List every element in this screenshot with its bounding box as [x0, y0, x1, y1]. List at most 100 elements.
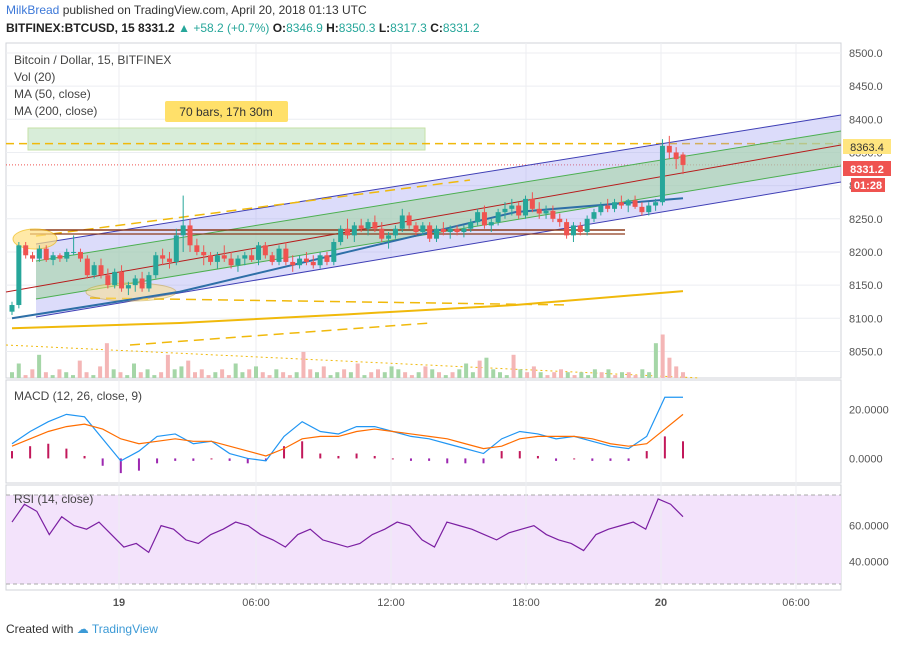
volume-bar [294, 372, 299, 378]
volume-bar [545, 375, 550, 378]
candle-body [612, 202, 618, 209]
candle-body [392, 228, 398, 236]
volume-bar [430, 369, 435, 378]
candle-body [461, 228, 467, 233]
candle-body [639, 206, 645, 213]
volume-bar [443, 375, 448, 378]
macd-hist-bar [645, 451, 648, 459]
candle-body [221, 255, 227, 259]
candle-body [249, 255, 255, 260]
candle-body [214, 255, 220, 262]
candle-body [43, 248, 49, 260]
candle-body [105, 275, 111, 286]
price-axis[interactable]: 8050.08100.08150.08200.08250.08300.08350… [849, 48, 889, 568]
candle-body [242, 255, 248, 259]
macd-hist-bar [337, 455, 340, 459]
volume-bar [348, 372, 353, 378]
candle-body [680, 154, 686, 165]
candle-body [523, 198, 529, 216]
candle-body [146, 275, 152, 289]
volume-bar [335, 372, 340, 378]
volume-bar [511, 354, 516, 378]
highlight-ellipse-2 [85, 282, 177, 302]
candle-body [468, 222, 474, 229]
volume-bar [667, 357, 672, 378]
candle-body [598, 205, 604, 213]
candle-body [345, 228, 350, 236]
candle-body [290, 261, 296, 266]
macd-hist-bar [573, 458, 576, 460]
tradingview-link[interactable]: TradingView [92, 622, 158, 636]
candle-body [379, 228, 385, 239]
volume-bar [77, 360, 82, 378]
author-link[interactable]: MilkBread [6, 3, 59, 17]
volume-bar [159, 372, 164, 378]
candle-body [502, 208, 508, 213]
candle-body [119, 271, 125, 289]
volume-bar [104, 343, 109, 378]
volume-bar [613, 375, 618, 378]
volume-bar [437, 372, 441, 378]
open-value: 8346.9 [286, 21, 323, 35]
candle-body [591, 212, 597, 219]
candle-body [386, 235, 392, 239]
price-tick-label: 8500.0 [849, 48, 883, 60]
volume-bar [226, 375, 231, 378]
volume-bar [172, 369, 177, 378]
close-value: 8331.2 [442, 21, 480, 35]
volume-bar [43, 372, 48, 378]
time-axis[interactable]: 19 06:00 12:00 18:00 20 06:00 [113, 597, 810, 609]
volume-bar [220, 369, 225, 378]
volume-bar [118, 372, 123, 378]
macd-hist-bar [192, 458, 195, 461]
volume-bar [30, 369, 35, 378]
volume-bar [64, 372, 69, 378]
volume-bar [267, 375, 272, 378]
price-tick-label: 8050.0 [849, 346, 883, 358]
volume-bar [254, 366, 258, 378]
candle-body [454, 228, 460, 233]
volume-bar [206, 375, 211, 378]
candle-body [84, 258, 90, 276]
candle-body [30, 255, 36, 259]
candle-body [625, 200, 631, 206]
volume-bar [389, 366, 394, 378]
close-label: C: [430, 21, 443, 35]
candle-body [481, 212, 487, 226]
volume-bar [477, 360, 482, 378]
volume-bar [84, 372, 89, 378]
candle-body [584, 218, 590, 233]
time-tick-label: 18:00 [512, 597, 540, 609]
volume-bar [145, 369, 150, 378]
macd-hist-bar [409, 458, 412, 461]
price-tick-label: 8400.0 [849, 114, 883, 126]
rsi-tick-label: 60.0000 [849, 521, 889, 533]
volume-bar [552, 372, 557, 378]
candle-body [283, 248, 289, 262]
volume-bar [362, 375, 367, 378]
low-value: 8317.3 [390, 21, 427, 35]
volume-bar [382, 372, 387, 378]
volume-bar [125, 375, 130, 378]
chart-canvas[interactable]: 8050.08100.08150.08200.08250.08300.08350… [0, 40, 905, 620]
macd-hist-bar [29, 446, 32, 459]
candle-body [64, 251, 70, 259]
price-tick-label: 8150.0 [849, 280, 883, 292]
candle-body [180, 225, 186, 236]
volume-bar [606, 369, 611, 378]
macd-hist-bar [663, 436, 666, 459]
candle-body [235, 258, 241, 266]
volume-bar [10, 372, 14, 378]
rsi-title: RSI (14, close) [14, 492, 93, 506]
candle-body [358, 225, 364, 229]
candle-body [71, 251, 77, 253]
candle-body [653, 202, 659, 206]
volume-bar [260, 372, 265, 378]
volume-bar [681, 372, 685, 378]
high-label: H: [326, 21, 339, 35]
volume-bar [71, 375, 75, 378]
published-text: published on TradingView.com, April 20, … [62, 3, 367, 17]
volume-bar [186, 360, 191, 378]
volume-bar [98, 366, 103, 378]
candle-body [509, 205, 515, 209]
